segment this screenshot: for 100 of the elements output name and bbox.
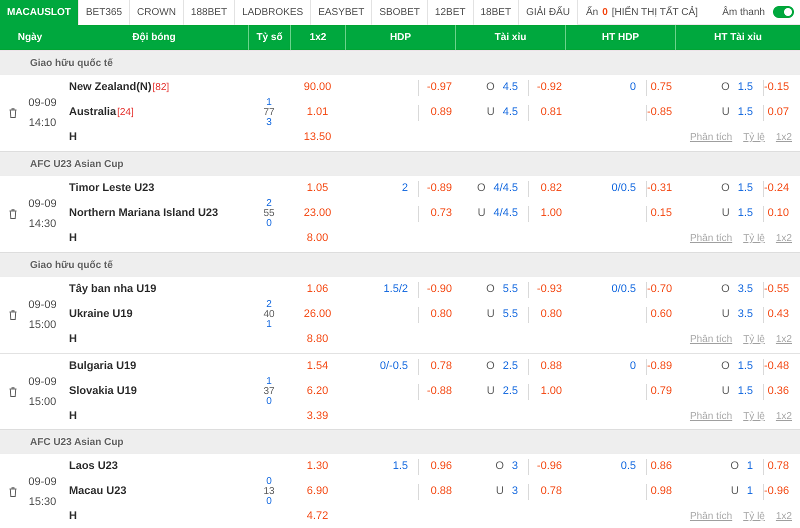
odds-value: -0.92 [536,80,563,96]
match-link[interactable]: Tỷ lệ [743,332,765,347]
odds-value: -0.96 [536,459,563,474]
odds-value: 0.79 [650,384,673,400]
match-time: 15:00 [28,394,56,410]
handicap-line: 4/4.5 [494,181,518,196]
match-link[interactable]: Phân tích [690,509,732,524]
away-team: Macau U23 [69,484,126,500]
match-link[interactable]: Tỷ lệ [743,509,765,524]
trash-icon[interactable] [8,386,16,396]
score-value: 2 [266,300,272,310]
hidden-count: 0 [602,6,608,20]
score-value: 1 [266,376,272,386]
home-team: New Zealand(N) [69,80,152,96]
match-link[interactable]: 1x2 [776,332,792,347]
handicap-line: 5.5 [502,307,518,322]
match-date: 09-09 [28,374,57,390]
trash-icon[interactable] [8,209,16,219]
bookmaker-tab[interactable]: CROWN [130,0,184,24]
match-link[interactable]: 1x2 [776,509,792,524]
odds-value: 1.06 [306,282,328,298]
home-team: Timor Leste U23 [69,181,154,196]
bookmaker-tab[interactable]: MACAUSLOT [0,0,79,24]
match-link[interactable]: Phân tích [690,130,732,145]
side-label: U [722,307,730,322]
trash-icon[interactable] [8,310,16,320]
odds-value: 0.78 [540,484,563,500]
handicap-line: 1.5 [738,105,753,120]
bookmaker-tab[interactable]: EASYBET [311,0,372,24]
handicap-line: 0.5 [620,459,636,474]
handicap-line: 3 [512,484,518,500]
handicap-line: 1.5 [738,181,753,196]
handicap-line: 0 [630,359,636,374]
handicap-line: 4.5 [502,105,518,120]
draw-label: H [69,332,77,348]
match-link[interactable]: Phân tích [690,409,732,424]
bookmaker-tab[interactable]: 18BET [474,0,520,24]
score-value: 0 [266,497,272,507]
handicap-line: 4/4.5 [494,206,518,222]
score-value: 0 [266,477,272,487]
side-label: O [486,80,495,96]
draw-label: H [69,509,77,524]
bookmaker-tab[interactable]: LADBROKES [235,0,312,24]
away-team: Northern Mariana Island U23 [69,206,218,222]
odds-value: -0.31 [647,181,674,196]
match-link[interactable]: Phân tích [690,231,732,246]
odds-value: 23.00 [304,206,332,222]
sound-toggle[interactable] [773,6,794,18]
bookmaker-tab[interactable]: 12BET [428,0,474,24]
side-label: O [721,359,730,374]
bookmaker-tab[interactable]: GIẢI ĐẤU [519,0,578,24]
handicap-line: 1 [746,484,753,500]
handicap-line: 1.5 [738,206,753,222]
side-label: U [486,384,495,400]
odds-value: -0.70 [647,282,674,298]
bookmaker-tab[interactable]: BET365 [78,0,130,24]
odds-value: 6.90 [306,484,328,500]
match-link[interactable]: Tỷ lệ [743,231,765,246]
odds-value: 8.00 [306,231,328,246]
odds-value: -0.89 [647,359,674,374]
handicap-line: 2 [402,181,408,196]
bookmaker-tab[interactable]: SBOBET [372,0,428,24]
match-link[interactable]: 1x2 [776,130,792,145]
handicap-line: 0/0.5 [612,282,636,298]
odds-value: 0.36 [766,384,790,400]
home-team: Laos U23 [69,459,118,474]
match-link[interactable]: Tỷ lệ [743,130,765,145]
show-all-link[interactable]: [HIỂN THỊ TẤT CẢ] [612,4,698,20]
odds-value: 0.78 [766,459,790,474]
trash-icon[interactable] [8,108,16,118]
match-link[interactable]: Tỷ lệ [743,409,765,424]
handicap-line: 3.5 [738,282,753,298]
odds-value: 13.50 [304,130,332,146]
away-team: Australia [69,105,116,120]
odds-value: 0.86 [650,459,673,474]
league-name: Giao hữu quốc tế [30,258,113,272]
column-header: Đội bóng [131,31,177,45]
away-team: Slovakia U19 [69,384,137,400]
trash-icon[interactable] [8,487,16,497]
match-date: 09-09 [28,197,57,212]
side-label: U [722,206,730,222]
odds-value: -0.90 [426,282,453,298]
match-date: 09-09 [28,96,57,111]
match-link[interactable]: Phân tích [690,332,732,347]
draw-label: H [69,130,77,146]
handicap-line: 0/-0.5 [380,359,408,374]
match-time: 15:30 [28,495,56,510]
handicap-line: 3 [512,459,518,474]
handicap-line: 1.5 [738,384,753,400]
league-name: AFC U23 Asian Cup [30,436,124,450]
score-value: 37 [263,386,275,396]
bookmaker-tab[interactable]: 188BET [184,0,236,24]
odds-value: 0.07 [766,105,790,120]
odds-value: 0.80 [540,307,563,322]
odds-value: 1.00 [540,206,563,222]
match-link[interactable]: 1x2 [776,409,792,424]
match-link[interactable]: 1x2 [776,231,792,246]
score-value: 40 [263,310,275,320]
odds-value: 4.72 [306,509,328,524]
odds-value: 1.00 [540,384,563,400]
